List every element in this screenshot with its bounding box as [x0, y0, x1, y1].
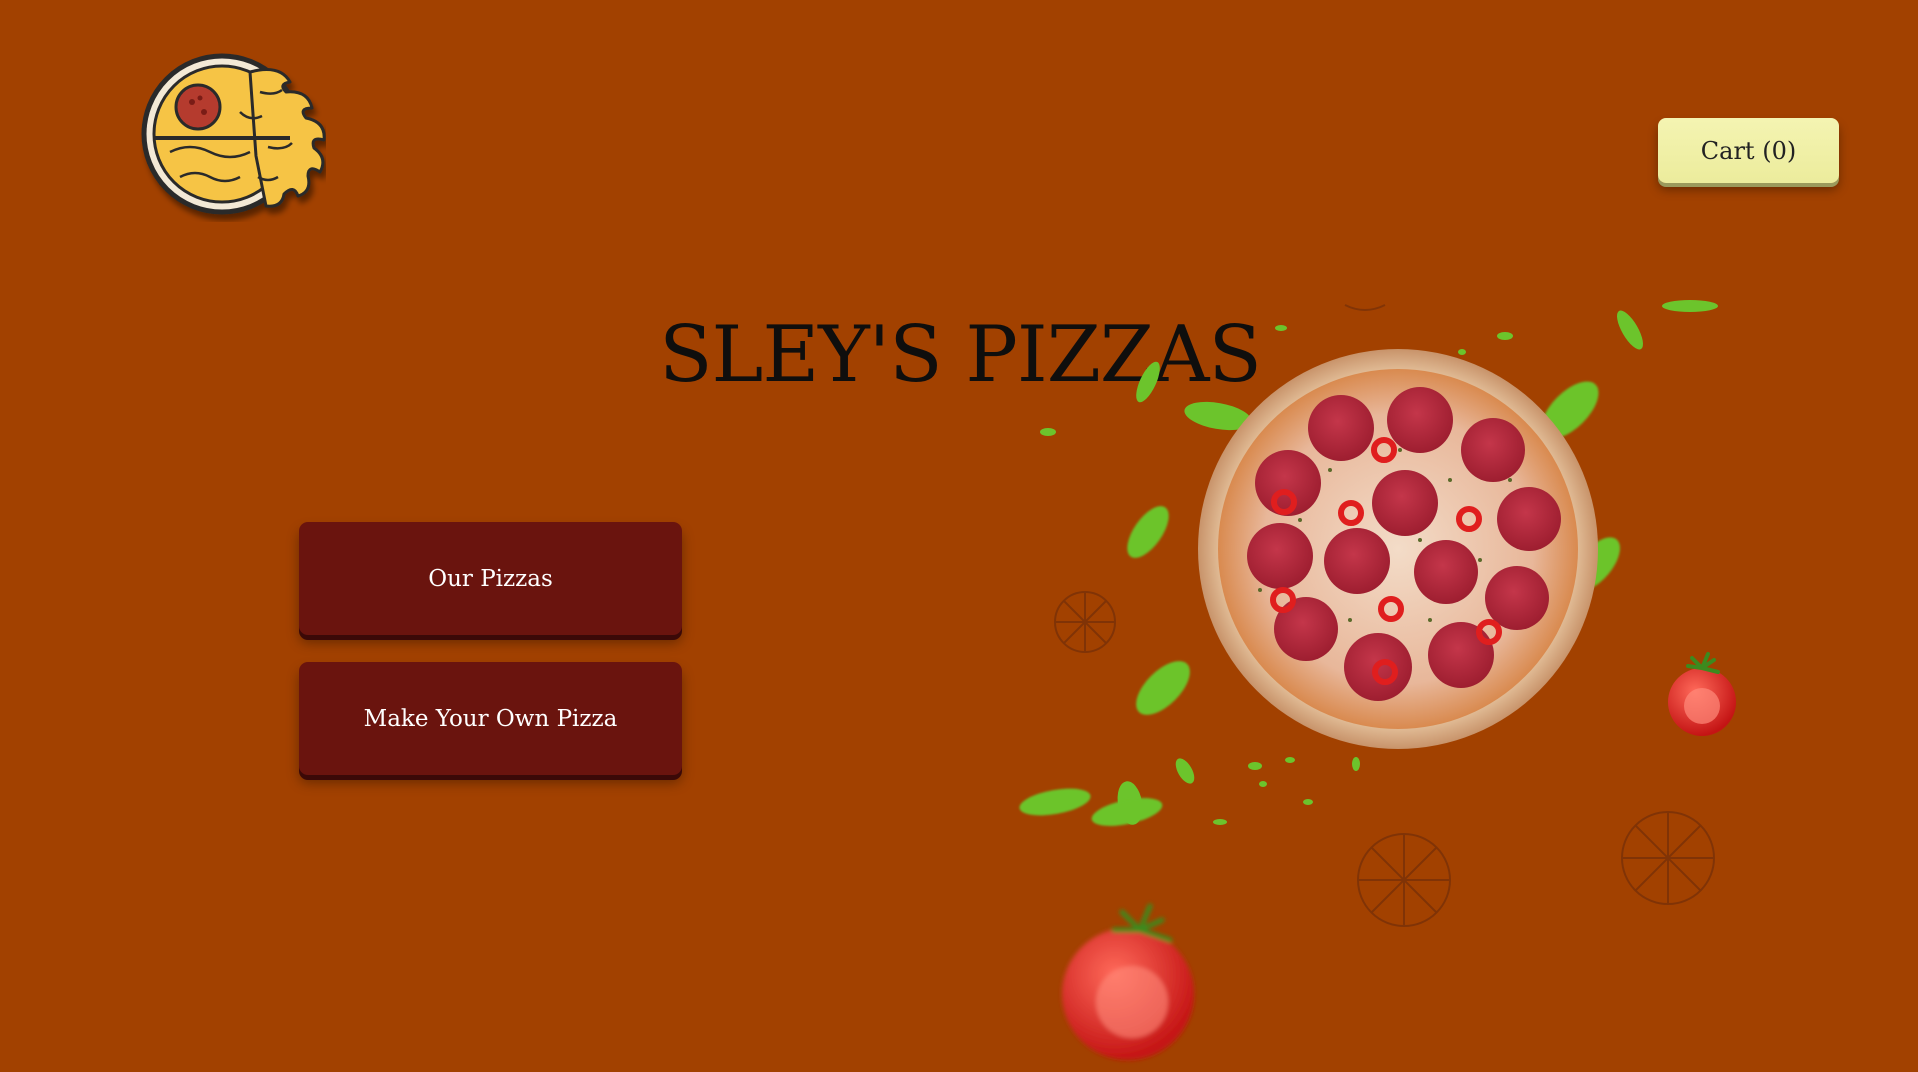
landing-page: Cart (0) SLEY'S PIZZAS Our Pizzas Make Y…	[0, 0, 1918, 1072]
pizza-illustration	[1000, 290, 1760, 1072]
pizza-logo-icon[interactable]	[140, 52, 326, 222]
our-pizzas-button[interactable]: Our Pizzas	[299, 522, 682, 635]
make-your-own-pizza-button[interactable]: Make Your Own Pizza	[299, 662, 682, 775]
cart-button[interactable]: Cart (0)	[1658, 118, 1839, 183]
